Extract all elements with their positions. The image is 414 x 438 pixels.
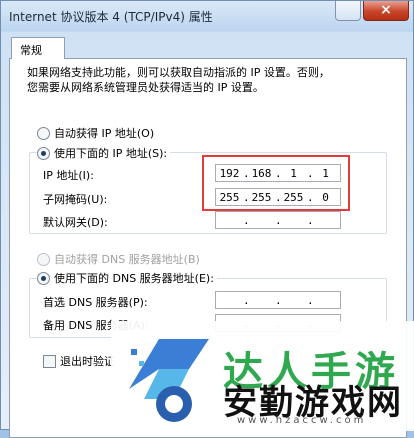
watermark-logo-icon	[129, 339, 209, 422]
radio-auto-ip-icon	[37, 126, 50, 140]
radio-auto-dns-icon	[37, 252, 50, 266]
checkbox-icon	[43, 354, 56, 368]
intro-line-1: 如果网络支持此功能，则可以获取自动指派的 IP 设置。否则，	[27, 66, 330, 79]
window-title: Internet 协议版本 4 (TCP/IPv4) 属性	[9, 10, 213, 24]
watermark-url: www.hzaccw.com	[237, 415, 367, 426]
tab-general[interactable]: 常规	[11, 37, 65, 59]
validate-on-exit-checkbox[interactable]: 退出时验证	[43, 353, 115, 369]
auto-dns-radio[interactable]: 自动获得 DNS 服务器地址(B)	[37, 251, 203, 267]
help-button[interactable]	[335, 1, 361, 21]
validate-on-exit-label: 退出时验证	[60, 355, 115, 368]
gateway-input[interactable]: . . .	[215, 211, 341, 229]
auto-ip-label: 自动获得 IP 地址(O)	[54, 127, 155, 140]
manual-ip-radio[interactable]: 使用下面的 IP 地址(S):	[37, 145, 171, 161]
manual-dns-radio[interactable]: 使用下面的 DNS 服务器地址(E):	[37, 270, 217, 286]
subnet-mask-label: 子网掩码(U):	[43, 193, 108, 206]
auto-dns-label: 自动获得 DNS 服务器地址(B)	[54, 253, 200, 266]
gateway-label: 默认网关(D):	[43, 216, 108, 229]
manual-dns-label: 使用下面的 DNS 服务器地址(E):	[54, 272, 214, 285]
radio-manual-dns-icon	[37, 271, 50, 285]
preferred-dns-label: 首选 DNS 服务器(P):	[43, 296, 148, 309]
ip-address-label: IP 地址(I):	[43, 169, 94, 182]
close-icon: ×	[380, 2, 392, 18]
close-button[interactable]: ×	[363, 1, 409, 21]
intro-line-2: 您需要从网络系统管理员处获得适当的 IP 设置。	[27, 81, 264, 94]
dialog-window: Internet 协议版本 4 (TCP/IPv4) 属性 × 常规 如果网络支…	[0, 0, 414, 438]
manual-ip-label: 使用下面的 IP 地址(S):	[54, 147, 168, 160]
intro-text: 如果网络支持此功能，则可以获取自动指派的 IP 设置。否则， 您需要从网络系统管…	[27, 65, 387, 95]
preferred-dns-input[interactable]: . . .	[215, 291, 341, 309]
auto-ip-radio[interactable]: 自动获得 IP 地址(O)	[37, 125, 158, 141]
highlight-box	[202, 155, 350, 211]
tab-general-label: 常规	[20, 44, 42, 57]
radio-manual-ip-icon	[37, 146, 50, 160]
title-bar: Internet 协议版本 4 (TCP/IPv4) 属性 ×	[1, 1, 413, 31]
